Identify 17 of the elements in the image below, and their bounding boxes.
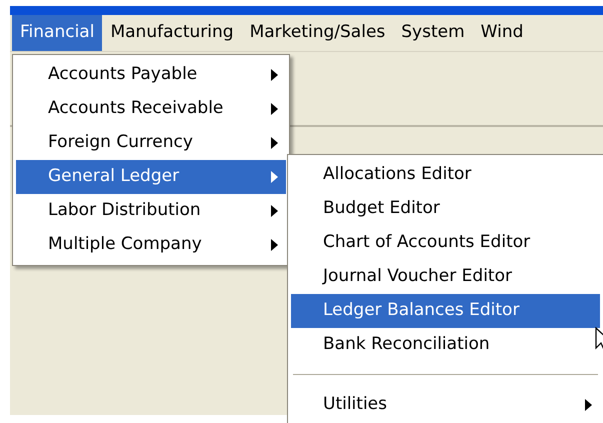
menu-item[interactable]: Journal Voucher Editor bbox=[291, 260, 600, 294]
menu-bar-item[interactable]: Wind bbox=[472, 15, 532, 51]
menu-item[interactable]: Ledger Balances Editor bbox=[291, 294, 600, 328]
menu-item[interactable]: Allocations Editor bbox=[291, 158, 600, 192]
menu-bar-item[interactable]: Financial bbox=[12, 15, 102, 51]
menu-bar-item[interactable]: System bbox=[393, 15, 473, 51]
menu-bar-item[interactable]: Manufacturing bbox=[102, 15, 242, 51]
menu-item[interactable]: Chart of Accounts Editor bbox=[291, 226, 600, 260]
menu-item[interactable]: Accounts Receivable bbox=[16, 92, 286, 126]
menu-item[interactable]: Foreign Currency bbox=[16, 126, 286, 160]
menu-item[interactable]: Multiple Company bbox=[16, 228, 286, 262]
menu-item[interactable]: General Ledger bbox=[16, 160, 286, 194]
menu-item[interactable]: Utilities bbox=[291, 388, 600, 422]
menu-item[interactable]: Labor Distribution bbox=[16, 194, 286, 228]
menu-item[interactable]: Budget Editor bbox=[291, 192, 600, 226]
menu-bar-item[interactable]: Marketing/Sales bbox=[242, 15, 394, 51]
menu-item[interactable]: Accounts Payable bbox=[16, 58, 286, 92]
